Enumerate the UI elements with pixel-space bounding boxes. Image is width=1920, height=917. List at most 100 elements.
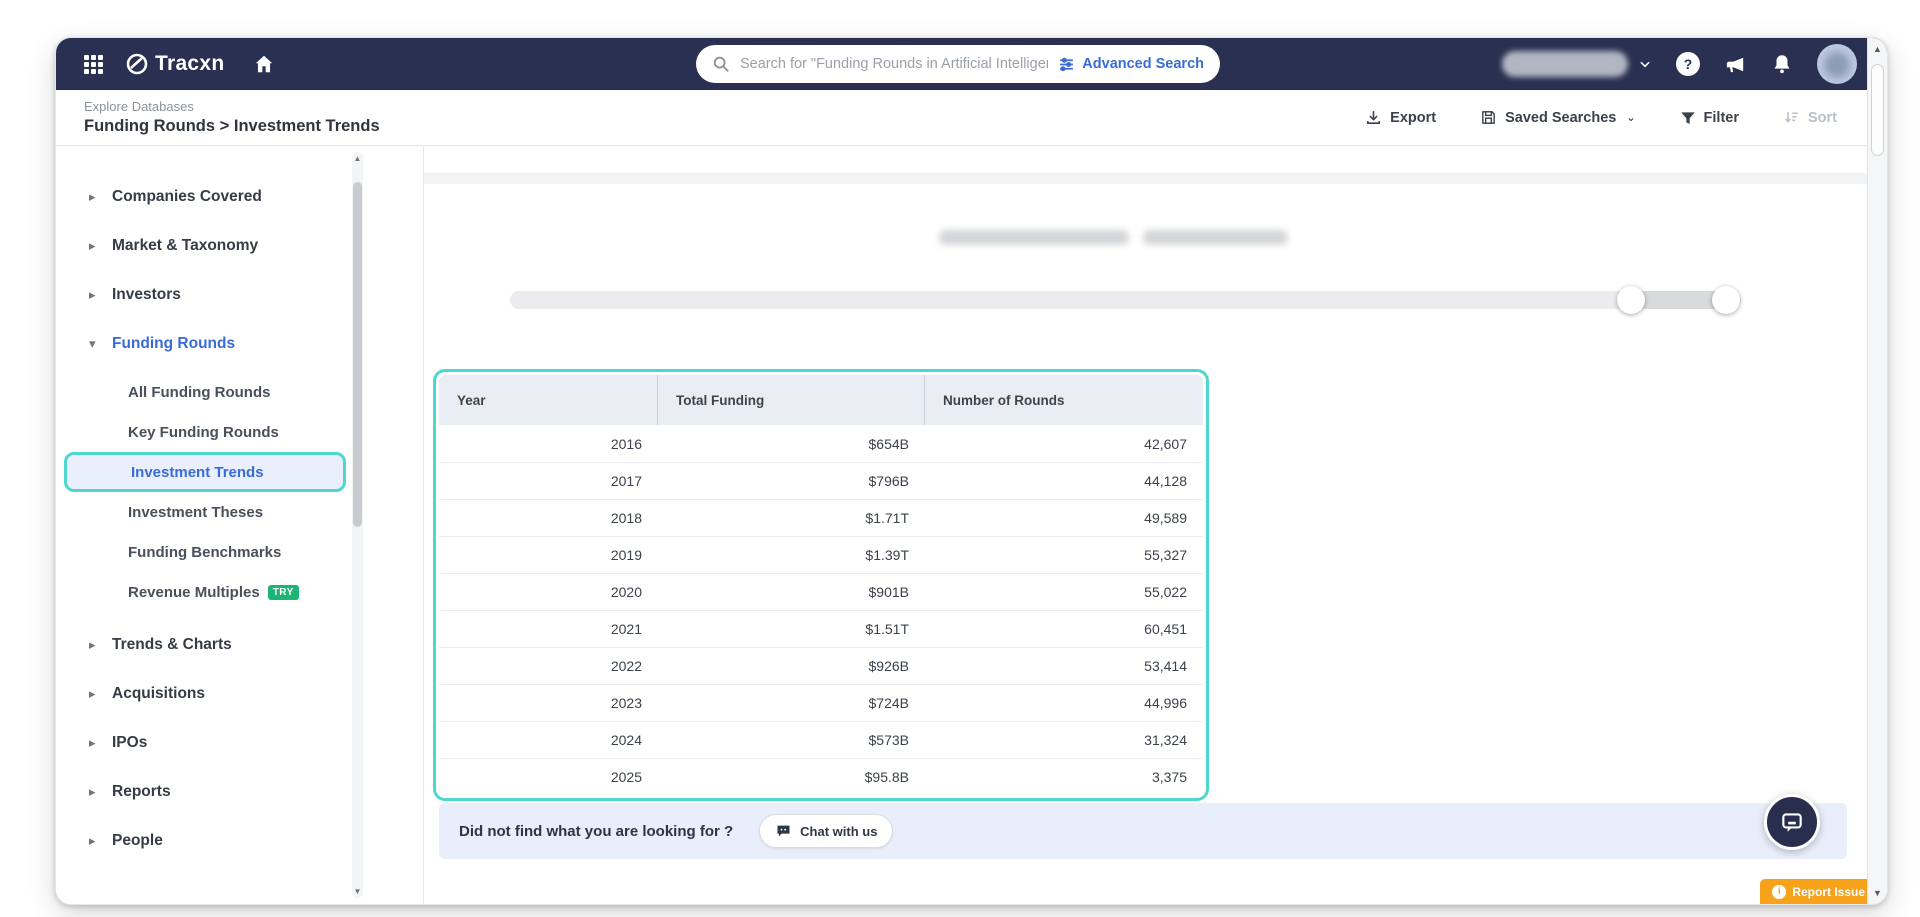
year-cell: 2025	[439, 769, 658, 785]
help-icon[interactable]: ?	[1676, 52, 1700, 76]
search-icon	[712, 55, 730, 73]
table-row: 2016$654B42,607	[439, 425, 1203, 462]
caret-right-icon: ▸	[89, 637, 103, 653]
scroll-up-icon[interactable]: ▲	[352, 154, 363, 163]
sidebar-item-investment-trends[interactable]: Investment Trends	[64, 452, 346, 492]
year-cell: 2019	[439, 547, 658, 563]
navbar-right-group: ?	[1502, 38, 1857, 90]
slider-handle-left[interactable]	[1617, 286, 1645, 314]
top-navbar: Tracxn Search for "Funding Rounds in Art…	[56, 38, 1887, 90]
sidebar-item-market-taxonomy[interactable]: ▸ Market & Taxonomy	[89, 237, 423, 255]
sidebar-item-revenue-multiples[interactable]: Revenue Multiples TRY	[89, 572, 423, 612]
sidebar-item-key-funding-rounds[interactable]: Key Funding Rounds	[89, 412, 423, 452]
advanced-search-label: Advanced Search	[1082, 56, 1204, 72]
help-bar: Did not find what you are looking for ? …	[439, 803, 1847, 859]
page-header-bar: Explore Databases Funding Rounds > Inves…	[56, 90, 1887, 146]
sidebar-item-companies-covered[interactable]: ▸ Companies Covered	[89, 188, 423, 206]
chat-icon	[775, 823, 792, 839]
table-row: 2017$796B44,128	[439, 462, 1203, 499]
number-of-rounds-cell: 31,324	[925, 732, 1203, 748]
year-cell: 2018	[439, 510, 658, 526]
scroll-down-icon[interactable]: ▼	[352, 887, 363, 896]
number-of-rounds-cell: 42,607	[925, 436, 1203, 452]
breadcrumb: Explore Databases	[84, 99, 380, 114]
caret-right-icon: ▸	[89, 735, 103, 751]
chevron-down-icon: ⌄	[1626, 111, 1635, 124]
info-icon: i	[1772, 885, 1786, 899]
year-cell: 2020	[439, 584, 658, 600]
year-cell: 2023	[439, 695, 658, 711]
year-cell: 2021	[439, 621, 658, 637]
chevron-down-icon	[1638, 57, 1652, 71]
download-icon	[1365, 109, 1382, 126]
megaphone-icon[interactable]	[1724, 53, 1747, 76]
bell-icon[interactable]	[1771, 53, 1793, 75]
caret-down-icon: ▾	[89, 336, 103, 352]
table-row: 2022$926B53,414	[439, 647, 1203, 684]
number-of-rounds-cell: 60,451	[925, 621, 1203, 637]
sort-button[interactable]: Sort	[1783, 109, 1837, 126]
number-of-rounds-cell: 3,375	[925, 769, 1203, 785]
total-funding-cell: $95.8B	[658, 769, 925, 785]
filter-button[interactable]: Filter	[1680, 110, 1739, 126]
total-funding-cell: $1.71T	[658, 510, 925, 526]
tracxn-logo-icon	[125, 52, 149, 76]
account-menu[interactable]	[1502, 51, 1652, 77]
year-cell: 2017	[439, 473, 658, 489]
sidebar-item-people[interactable]: ▸ People	[89, 832, 423, 850]
column-header-year[interactable]: Year	[439, 375, 658, 425]
table-row: 2023$724B44,996	[439, 684, 1203, 721]
content-divider	[424, 173, 1887, 184]
saved-searches-button[interactable]: Saved Searches ⌄	[1480, 109, 1635, 126]
scroll-down-icon[interactable]: ▼	[1868, 888, 1887, 898]
total-funding-cell: $1.51T	[658, 621, 925, 637]
caret-right-icon: ▸	[89, 287, 103, 303]
sliders-icon	[1058, 56, 1075, 73]
chat-widget-button[interactable]	[1764, 794, 1820, 850]
sidebar-scrollbar[interactable]: ▲ ▼	[352, 152, 363, 898]
sort-icon	[1783, 109, 1800, 126]
page-scrollbar-thumb[interactable]	[1871, 64, 1884, 156]
chat-bubble-icon	[1779, 809, 1805, 835]
column-header-number-of-rounds[interactable]: Number of Rounds	[925, 375, 1203, 425]
sidebar: ▸ Companies Covered ▸ Market & Taxonomy …	[56, 146, 424, 904]
save-icon	[1480, 109, 1497, 126]
year-range-slider[interactable]	[510, 291, 1741, 309]
sidebar-item-funding-benchmarks[interactable]: Funding Benchmarks	[89, 532, 423, 572]
export-button[interactable]: Export	[1365, 109, 1436, 126]
sidebar-item-acquisitions[interactable]: ▸ Acquisitions	[89, 685, 423, 703]
table-row: 2021$1.51T60,451	[439, 610, 1203, 647]
filter-icon	[1680, 110, 1696, 126]
username-blurred	[1502, 51, 1628, 77]
help-bar-text: Did not find what you are looking for ?	[459, 823, 733, 840]
home-icon[interactable]	[253, 53, 275, 75]
sidebar-item-investment-theses[interactable]: Investment Theses	[89, 492, 423, 532]
advanced-search-button[interactable]: Advanced Search	[1058, 56, 1204, 73]
caret-right-icon: ▸	[89, 833, 103, 849]
sidebar-item-reports[interactable]: ▸ Reports	[89, 783, 423, 801]
total-funding-cell: $1.39T	[658, 547, 925, 563]
global-search-bar[interactable]: Search for "Funding Rounds in Artificial…	[696, 45, 1220, 83]
total-funding-cell: $654B	[658, 436, 925, 452]
column-header-total-funding[interactable]: Total Funding	[658, 375, 925, 425]
year-cell: 2022	[439, 658, 658, 674]
report-issue-button[interactable]: i Report Issue	[1760, 879, 1877, 904]
brand-name: Tracxn	[155, 52, 225, 76]
chat-with-us-button[interactable]: Chat with us	[759, 814, 893, 848]
scroll-up-icon[interactable]: ▲	[1868, 44, 1887, 54]
sidebar-item-all-funding-rounds[interactable]: All Funding Rounds	[89, 372, 423, 412]
table-row: 2025$95.8B3,375	[439, 758, 1203, 795]
total-funding-cell: $796B	[658, 473, 925, 489]
sidebar-item-funding-rounds[interactable]: ▾ Funding Rounds	[89, 335, 423, 353]
tracxn-logo[interactable]: Tracxn	[125, 52, 225, 76]
sidebar-item-ipos[interactable]: ▸ IPOs	[89, 734, 423, 752]
page-scrollbar[interactable]: ▲ ▼	[1867, 38, 1887, 904]
avatar[interactable]	[1817, 44, 1857, 84]
apps-grid-icon[interactable]	[84, 55, 103, 74]
slider-handle-right[interactable]	[1712, 286, 1740, 314]
number-of-rounds-cell: 55,022	[925, 584, 1203, 600]
total-funding-cell: $724B	[658, 695, 925, 711]
sidebar-item-investors[interactable]: ▸ Investors	[89, 286, 423, 304]
sidebar-item-trends-charts[interactable]: ▸ Trends & Charts	[89, 636, 423, 654]
sidebar-scrollbar-thumb[interactable]	[353, 182, 362, 527]
